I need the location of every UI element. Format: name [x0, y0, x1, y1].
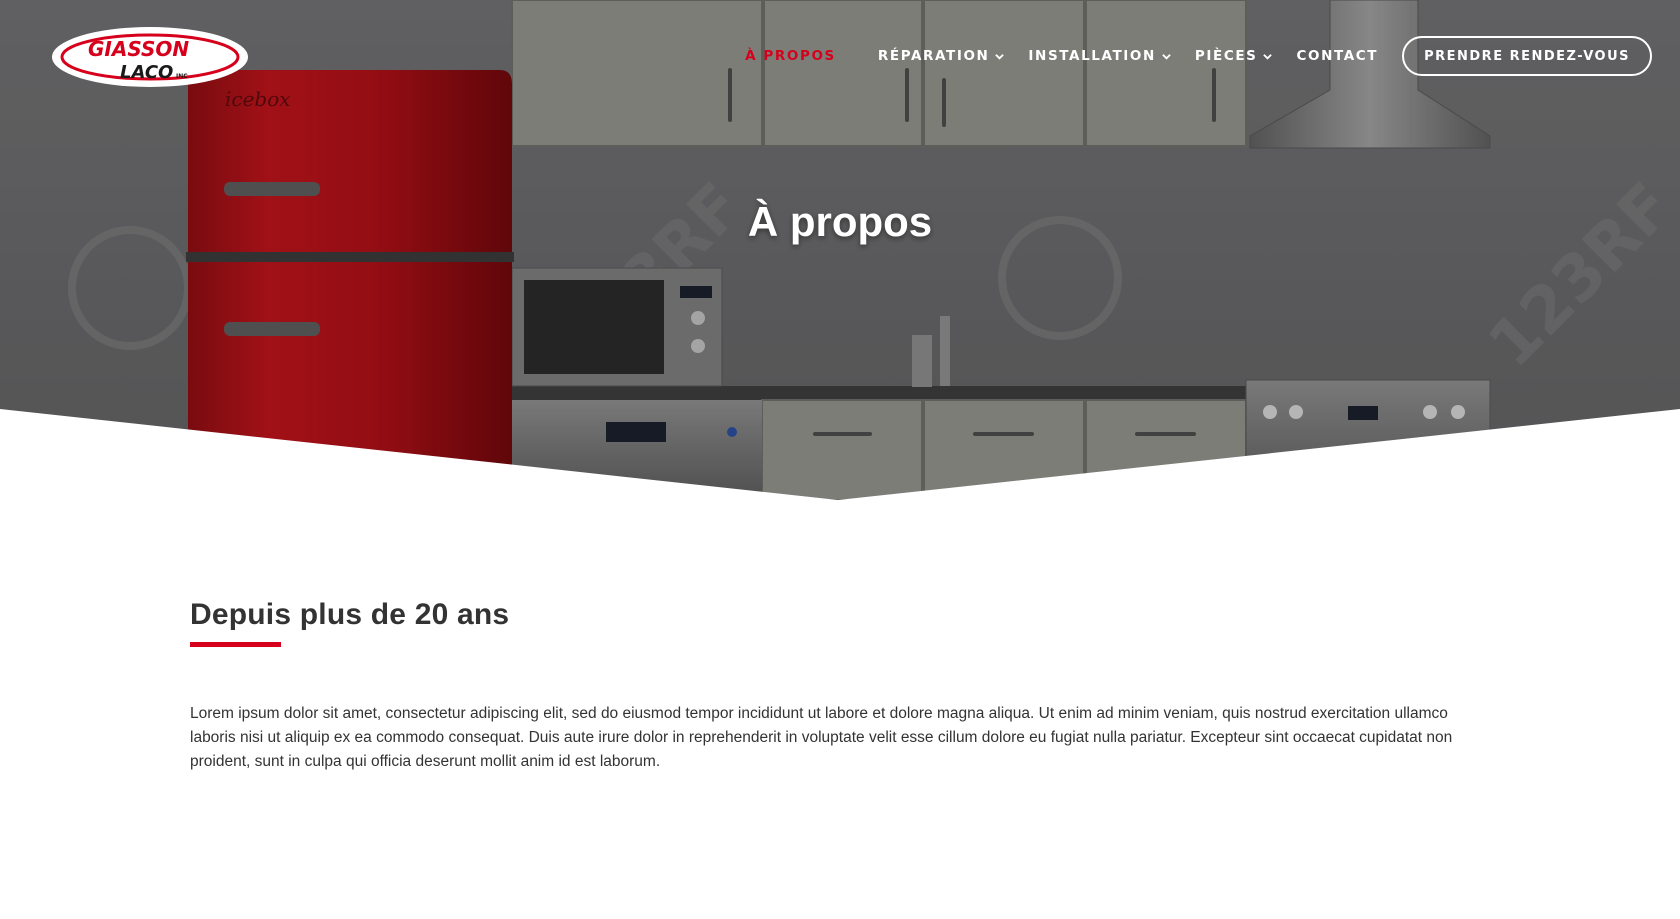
nav-item-contact[interactable]: CONTACT — [1296, 48, 1378, 64]
nav-item-installation[interactable]: INSTALLATION — [1028, 48, 1171, 64]
hero-title: À propos — [747, 198, 933, 245]
chevron-down-icon — [995, 53, 1005, 60]
main-nav: À PROPOS RÉPARATION INSTALLATION PIÈCES … — [745, 36, 1652, 76]
nav-item-reparation[interactable]: RÉPARATION — [878, 48, 1005, 64]
logo-text-line1: GIASSON — [88, 37, 189, 61]
nav-label: CONTACT — [1296, 48, 1379, 64]
body-paragraph: Lorem ipsum dolor sit amet, consectetur … — [190, 705, 1453, 770]
chevron-down-icon — [1263, 53, 1273, 60]
brand-logo[interactable]: GIASSON LACO INC — [48, 22, 253, 92]
nav-label: PIÈCES — [1194, 48, 1258, 64]
title-underline — [190, 642, 281, 647]
section-title: Depuis plus de 20 ans — [190, 598, 510, 631]
nav-label: À PROPOS — [745, 48, 836, 64]
logo-text-suffix: INC — [176, 73, 188, 80]
logo-text-line2: LACO — [120, 62, 173, 83]
nav-label: RÉPARATION — [877, 48, 990, 64]
chevron-down-icon — [1162, 53, 1171, 60]
book-appointment-button[interactable]: PRENDRE RENDEZ-VOUS — [1402, 36, 1652, 76]
nav-label: INSTALLATION — [1028, 48, 1156, 64]
nav-item-pieces[interactable]: PIÈCES — [1195, 48, 1273, 64]
nav-item-a-propos[interactable]: À PROPOS — [745, 48, 836, 64]
